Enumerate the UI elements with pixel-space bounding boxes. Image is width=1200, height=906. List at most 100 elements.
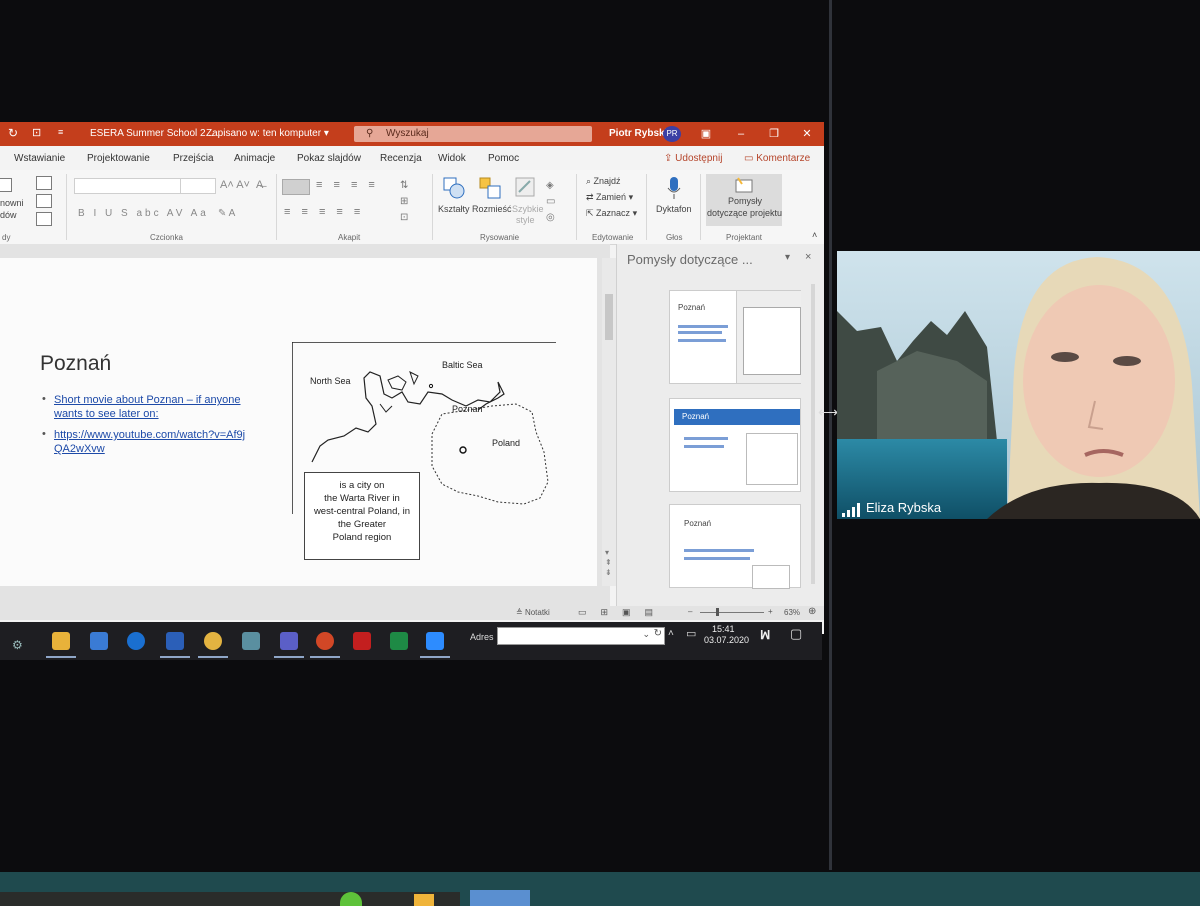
minimize-icon[interactable]: –: [731, 125, 751, 143]
excel-icon[interactable]: [390, 632, 408, 650]
shapes-icon[interactable]: [442, 176, 466, 200]
app-icon[interactable]: [242, 632, 260, 650]
youtube-link[interactable]: https://www.youtube.com/watch?v=Af9j QA2…: [54, 428, 245, 456]
microphone-icon[interactable]: [666, 176, 682, 200]
shape-format-icons[interactable]: ◈ ▭ ◎: [546, 178, 555, 226]
pane-scrollbar[interactable]: [811, 284, 815, 584]
slide-canvas[interactable]: Poznań • Short movie about Poznan – if a…: [0, 258, 597, 586]
grow-font-icon[interactable]: A˄ A˅: [220, 179, 250, 191]
search-box[interactable]: ⚲ Wyszukaj: [354, 126, 592, 142]
restore-icon[interactable]: ❐: [764, 125, 784, 143]
zoom-slider-thumb[interactable]: [716, 608, 719, 616]
fit-slide-icon[interactable]: ⊕: [808, 606, 816, 617]
slide-scrollbar[interactable]: ▾ ⇞ ⇟: [602, 258, 616, 586]
word-icon[interactable]: [166, 632, 184, 650]
notes-button[interactable]: ≜ Notatki: [516, 608, 550, 617]
undo-icon[interactable]: ↻: [8, 126, 18, 140]
view-buttons[interactable]: ▭⊞▣▤: [578, 607, 667, 618]
panel-divider[interactable]: [829, 0, 832, 870]
find-button[interactable]: ⌕ Znajdź: [586, 176, 621, 187]
tray-chevron-icon[interactable]: ˄: [668, 628, 674, 639]
design-idea-card-2[interactable]: Poznań: [669, 398, 801, 492]
clock-date[interactable]: 03.07.2020: [704, 635, 749, 645]
avatar[interactable]: PR: [663, 126, 681, 142]
zoom-slider[interactable]: [700, 612, 764, 613]
bullets-button[interactable]: [282, 179, 310, 195]
resize-arrow-icon[interactable]: ⟷: [818, 404, 838, 421]
layout-icon[interactable]: [36, 176, 52, 190]
scroll-arrows-icon[interactable]: ▾ ⇞ ⇟: [605, 548, 612, 578]
design-idea-card-1[interactable]: Poznań: [669, 290, 801, 384]
slide-title[interactable]: Poznań: [40, 352, 111, 376]
font-style-icons[interactable]: B I U S abc AV Aa: [78, 208, 209, 219]
replace-button[interactable]: ⇄ Zamień ▾: [586, 192, 633, 203]
scrollbar-thumb[interactable]: [605, 294, 613, 340]
numbering-icons[interactable]: ≡ ≡ ≡ ≡: [316, 179, 379, 191]
share-label: Udostępnij: [675, 153, 723, 164]
arrange-label: Rozmieść: [472, 204, 512, 214]
pane-options-icon[interactable]: ▾: [785, 252, 790, 263]
tab-animacje[interactable]: Animacje: [234, 153, 275, 164]
collapse-ribbon-icon[interactable]: ˄: [812, 230, 817, 240]
user-name[interactable]: Piotr Rybski: [609, 128, 667, 139]
file-explorer-icon[interactable]: [52, 632, 70, 650]
input-indicator-icon[interactable]: ꟽ: [760, 628, 770, 642]
ribbon-display-icon[interactable]: ▣: [696, 125, 716, 143]
save-status[interactable]: Zapisano w: ten komputer ▾: [206, 128, 329, 139]
edge-icon[interactable]: [127, 632, 145, 650]
participant-video[interactable]: [837, 251, 1200, 519]
dropdown-icon[interactable]: ⌄: [642, 629, 650, 640]
steam-icon[interactable]: ⚙: [12, 638, 23, 652]
tab-pomoc[interactable]: Pomoc: [488, 153, 519, 164]
tab-recenzja[interactable]: Recenzja: [380, 153, 422, 164]
notifications-icon[interactable]: ▢: [790, 626, 802, 642]
clear-format-icon[interactable]: A̶: [256, 179, 263, 191]
zoom-out-icon[interactable]: –: [688, 607, 692, 616]
tab-widok[interactable]: Widok: [438, 153, 466, 164]
alignment-icons[interactable]: ≡ ≡ ≡ ≡ ≡: [284, 206, 364, 218]
acrobat-icon[interactable]: [353, 632, 371, 650]
reuse-slides-icon[interactable]: [0, 178, 12, 192]
chrome-icon[interactable]: [204, 632, 222, 650]
zoom-in-icon[interactable]: +: [768, 607, 773, 616]
tab-wstawianie[interactable]: Wstawianie: [14, 153, 65, 164]
signal-icon: [842, 503, 862, 517]
movie-link[interactable]: Short movie about Poznan – if anyone wan…: [54, 393, 241, 421]
group-font: Czcionka: [150, 233, 183, 242]
text-direction-icons[interactable]: ⇅ ⊞ ⊡: [400, 178, 408, 226]
address-field[interactable]: ⌄ ↻: [497, 627, 665, 645]
quick-styles-icon[interactable]: [514, 176, 538, 200]
caption-textbox[interactable]: is a city on the Warta River in west-cen…: [304, 472, 420, 560]
comment-icon: ▭: [744, 153, 757, 164]
teams-icon[interactable]: [280, 632, 298, 650]
reuse-slides-label: nowni: [0, 198, 24, 208]
powerpoint-icon[interactable]: [316, 632, 334, 650]
powerpoint-window: ↻ ⊡ ≡ ESERA Summer School 2... Zapisano …: [0, 122, 824, 634]
mail-icon[interactable]: [90, 632, 108, 650]
zoom-app-icon[interactable]: [426, 632, 444, 650]
share-button[interactable]: ⇪ Udostępnij: [664, 153, 722, 164]
tab-przejscia[interactable]: Przejścia: [173, 153, 214, 164]
select-button[interactable]: ⇱ Zaznacz ▾: [586, 208, 637, 219]
design-idea-card-3[interactable]: Poznań: [669, 504, 801, 589]
tab-pokaz-slajdow[interactable]: Pokaz slajdów: [297, 153, 361, 164]
dictate-label: Dyktafon: [656, 204, 692, 214]
design-ideas-button[interactable]: Pomysły dotyczące projektu: [706, 174, 782, 226]
network-icon[interactable]: ▭: [686, 627, 696, 640]
pane-close-icon[interactable]: ×: [805, 251, 811, 263]
clock-time[interactable]: 15:41: [712, 624, 735, 634]
font-color-icon[interactable]: ✎ A: [218, 208, 235, 219]
arrange-icon[interactable]: [478, 176, 502, 200]
tab-projektowanie[interactable]: Projektowanie: [87, 153, 150, 164]
card-text-line: [678, 331, 722, 334]
customize-toolbar-icon[interactable]: ≡: [58, 127, 63, 137]
section-icon[interactable]: [36, 212, 52, 226]
address-label: Adres: [470, 632, 494, 642]
refresh-icon[interactable]: ↻: [654, 628, 662, 639]
reset-icon[interactable]: [36, 194, 52, 208]
comments-button[interactable]: ▭ Komentarze: [744, 153, 810, 164]
close-icon[interactable]: ✕: [797, 125, 817, 143]
font-size-field[interactable]: [180, 178, 216, 194]
presenter-icon[interactable]: ⊡: [32, 126, 41, 139]
zoom-level[interactable]: 63%: [784, 608, 800, 617]
